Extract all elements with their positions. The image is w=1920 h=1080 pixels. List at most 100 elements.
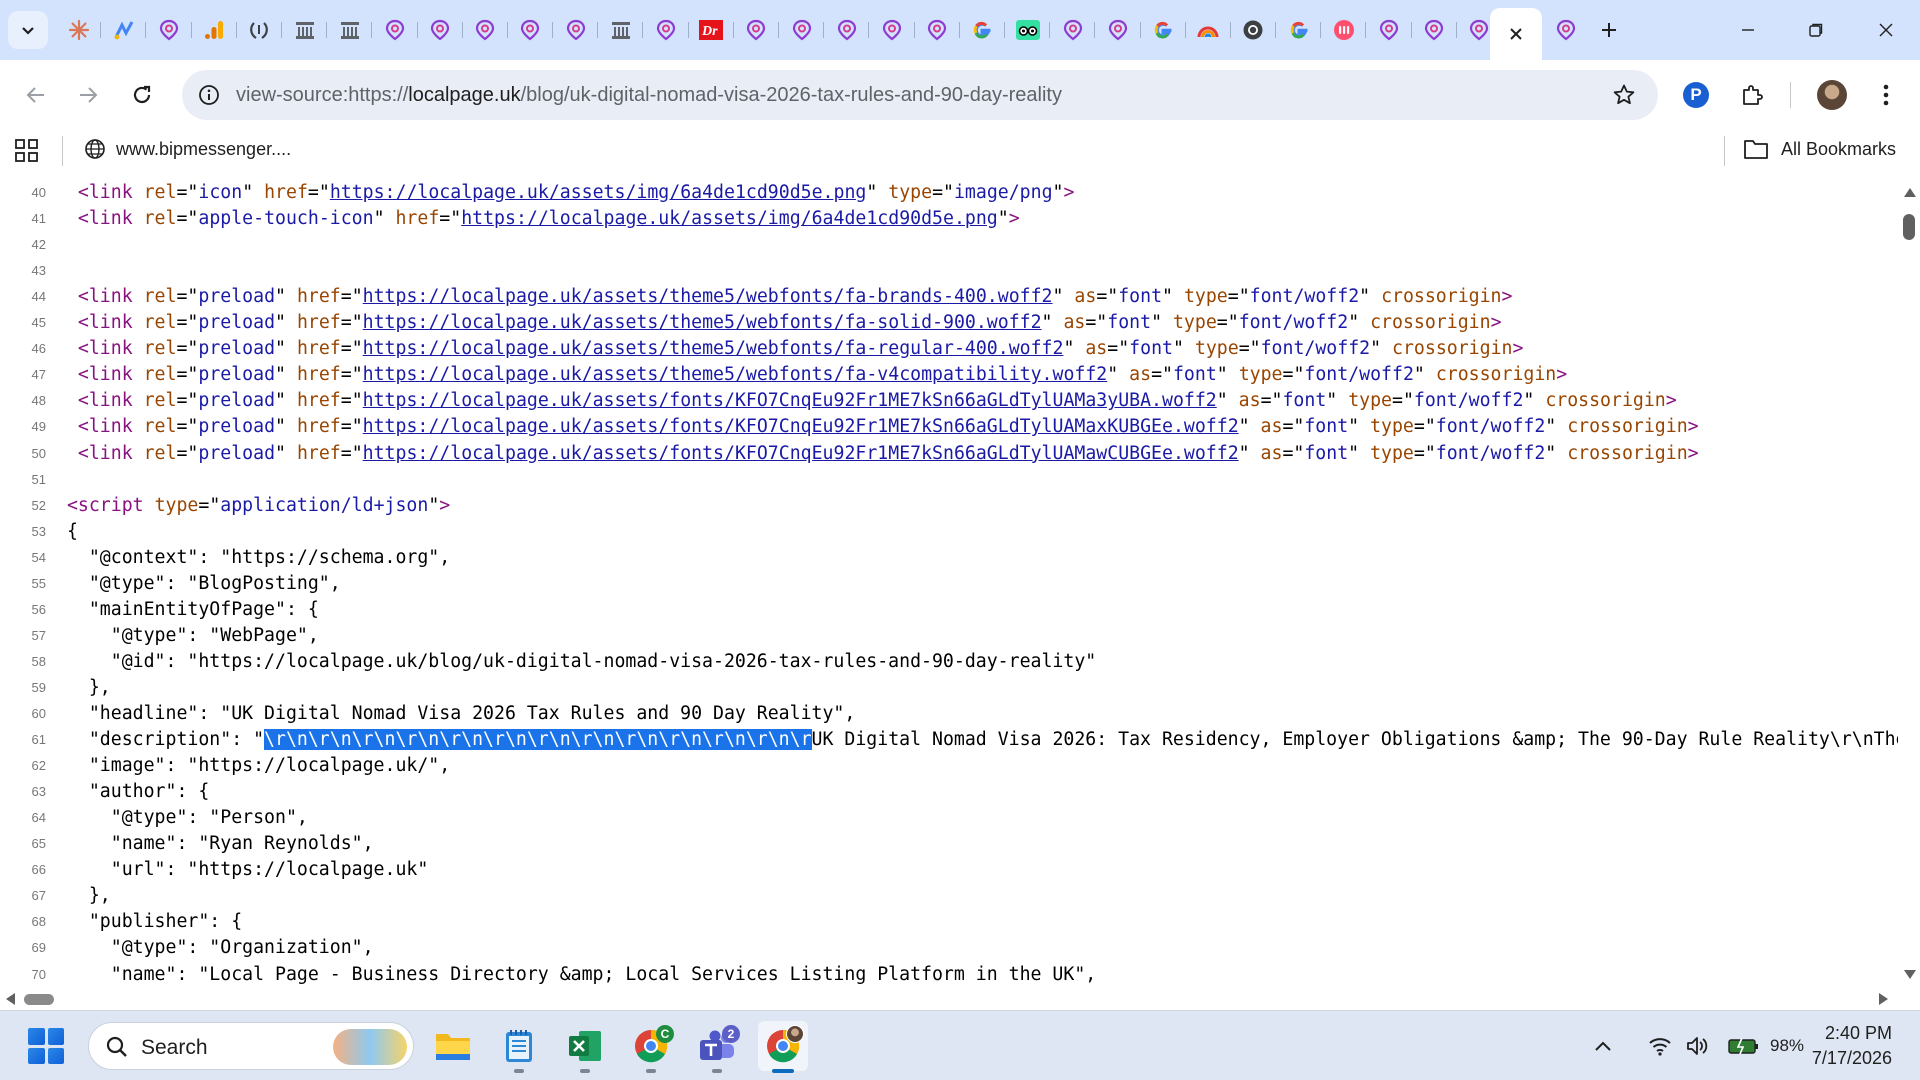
tab[interactable] (734, 12, 780, 48)
tab[interactable] (1231, 12, 1277, 48)
source-link[interactable]: https://localpage.uk/assets/fonts/KFO7Cn… (363, 416, 1239, 437)
code-token: crossorigin (1545, 390, 1666, 412)
scroll-right-arrow-icon[interactable] (1879, 993, 1888, 1005)
url-text[interactable]: view-source:https://localpage.uk/blog/uk… (236, 84, 1062, 107)
close-window-button[interactable] (1852, 0, 1920, 60)
tab[interactable] (372, 12, 418, 48)
tab[interactable] (237, 12, 283, 48)
tab[interactable] (463, 12, 509, 48)
chrome-app[interactable] (758, 1021, 808, 1073)
clock-time: 2:40 PM (1824, 1023, 1892, 1043)
bookmark-star-icon[interactable] (1610, 81, 1638, 109)
scroll-left-arrow-icon[interactable] (6, 993, 15, 1005)
teams-app[interactable]: 2 (692, 1021, 742, 1073)
tab[interactable] (146, 12, 192, 48)
scroll-up-arrow-icon[interactable] (1904, 188, 1916, 197)
source-link[interactable]: https://localpage.uk/assets/theme5/webfo… (363, 364, 1108, 385)
line-code: "@type": "Person", (56, 805, 308, 831)
taskbar-search[interactable]: Search (88, 1022, 414, 1070)
all-bookmarks-button[interactable]: All Bookmarks (1743, 138, 1896, 160)
tab[interactable] (1366, 12, 1412, 48)
volume-icon[interactable] (1680, 1029, 1714, 1063)
tab[interactable] (553, 12, 599, 48)
profile-avatar[interactable] (1812, 75, 1852, 115)
tab[interactable] (1095, 12, 1141, 48)
tab-pin[interactable] (1546, 12, 1586, 48)
tab[interactable] (869, 12, 915, 48)
source-line: 63 "author": { (0, 779, 1898, 805)
new-tab-button[interactable] (1592, 13, 1626, 47)
line-code: <link rel="apple-touch-icon" href="https… (56, 206, 1020, 232)
horizontal-scrollbar[interactable] (0, 988, 1920, 1010)
extensions-button[interactable] (1732, 75, 1772, 115)
teams-badge: 2 (722, 1025, 740, 1043)
tab[interactable] (779, 12, 825, 48)
windows-start-icon[interactable] (28, 1028, 64, 1064)
tab[interactable] (960, 12, 1006, 48)
scroll-down-arrow-icon[interactable] (1904, 970, 1916, 979)
clock[interactable]: 2:40 PM 7/17/2026 (1812, 1021, 1892, 1071)
source-link[interactable]: https://localpage.uk/assets/fonts/KFO7Cn… (363, 443, 1239, 464)
code-token: " (275, 442, 297, 464)
minimize-button[interactable] (1714, 0, 1782, 60)
tab[interactable] (1141, 12, 1186, 48)
vertical-scrollbar[interactable] (1898, 180, 1920, 988)
tab-search-button[interactable] (8, 11, 48, 49)
code-token: font (1118, 286, 1163, 308)
code-token: href (296, 416, 341, 438)
forward-button[interactable] (68, 75, 108, 115)
tab[interactable] (824, 12, 870, 48)
tab[interactable]: Dr (689, 12, 735, 48)
notepad-app[interactable] (494, 1021, 544, 1073)
source-link[interactable]: https://localpage.uk/assets/theme5/webfo… (363, 286, 1053, 307)
tab[interactable] (327, 12, 373, 48)
restore-button[interactable] (1782, 0, 1850, 60)
source-line: 58 "@id": "https://localpage.uk/blog/uk-… (0, 649, 1898, 675)
source-link[interactable]: https://localpage.uk/assets/theme5/webfo… (363, 312, 1042, 333)
reload-button[interactable] (122, 75, 162, 115)
apps-grid-icon[interactable] (14, 138, 42, 166)
menu-button[interactable] (1866, 75, 1906, 115)
code-token: " (1151, 312, 1173, 334)
tab[interactable] (282, 12, 328, 48)
wifi-icon[interactable] (1640, 1029, 1680, 1063)
excel-app[interactable] (560, 1021, 610, 1073)
tab[interactable] (192, 12, 237, 48)
line-code: "name": "Local Page - Business Directory… (56, 962, 1097, 988)
scroll-thumb[interactable] (1903, 214, 1915, 240)
tab[interactable] (101, 12, 147, 48)
close-icon[interactable] (1508, 26, 1524, 42)
tab[interactable] (1412, 12, 1458, 48)
file-explorer-app[interactable] (428, 1021, 478, 1071)
tab[interactable] (56, 12, 102, 48)
bookmark-item[interactable]: www.bipmessenger.... (84, 138, 291, 160)
battery-icon[interactable] (1724, 1029, 1764, 1063)
line-number: 40 (31, 185, 46, 200)
tab[interactable] (1186, 12, 1232, 48)
tab[interactable] (1050, 12, 1096, 48)
tab[interactable] (418, 12, 463, 48)
tab[interactable] (1321, 12, 1367, 48)
tab[interactable] (598, 12, 644, 48)
source-link[interactable]: https://localpage.uk/assets/img/6a4de1cd… (330, 182, 867, 203)
chevron-up-icon[interactable] (1586, 1029, 1620, 1063)
source-view[interactable]: 40 <link rel="icon" href="https://localp… (0, 180, 1898, 988)
tab-active[interactable] (1490, 8, 1542, 60)
address-bar[interactable]: view-source:https://localpage.uk/blog/uk… (182, 70, 1658, 120)
tab[interactable] (643, 12, 689, 48)
chrome-canary-app[interactable]: C (626, 1021, 676, 1073)
code-token: =" (1107, 338, 1130, 360)
tab[interactable] (1276, 12, 1322, 48)
scroll-thumb[interactable] (24, 994, 54, 1005)
tab[interactable] (508, 12, 554, 48)
source-line: 66 "url": "https://localpage.uk" (0, 857, 1898, 883)
password-manager-button[interactable]: P (1676, 75, 1716, 115)
back-button[interactable] (16, 75, 56, 115)
tab[interactable] (915, 12, 960, 48)
source-link[interactable]: https://localpage.uk/assets/img/6a4de1cd… (461, 208, 998, 229)
tab[interactable] (1005, 12, 1051, 48)
source-link[interactable]: https://localpage.uk/assets/theme5/webfo… (363, 338, 1064, 359)
source-link[interactable]: https://localpage.uk/assets/fonts/KFO7Cn… (363, 390, 1217, 411)
site-info-icon[interactable] (194, 80, 224, 110)
